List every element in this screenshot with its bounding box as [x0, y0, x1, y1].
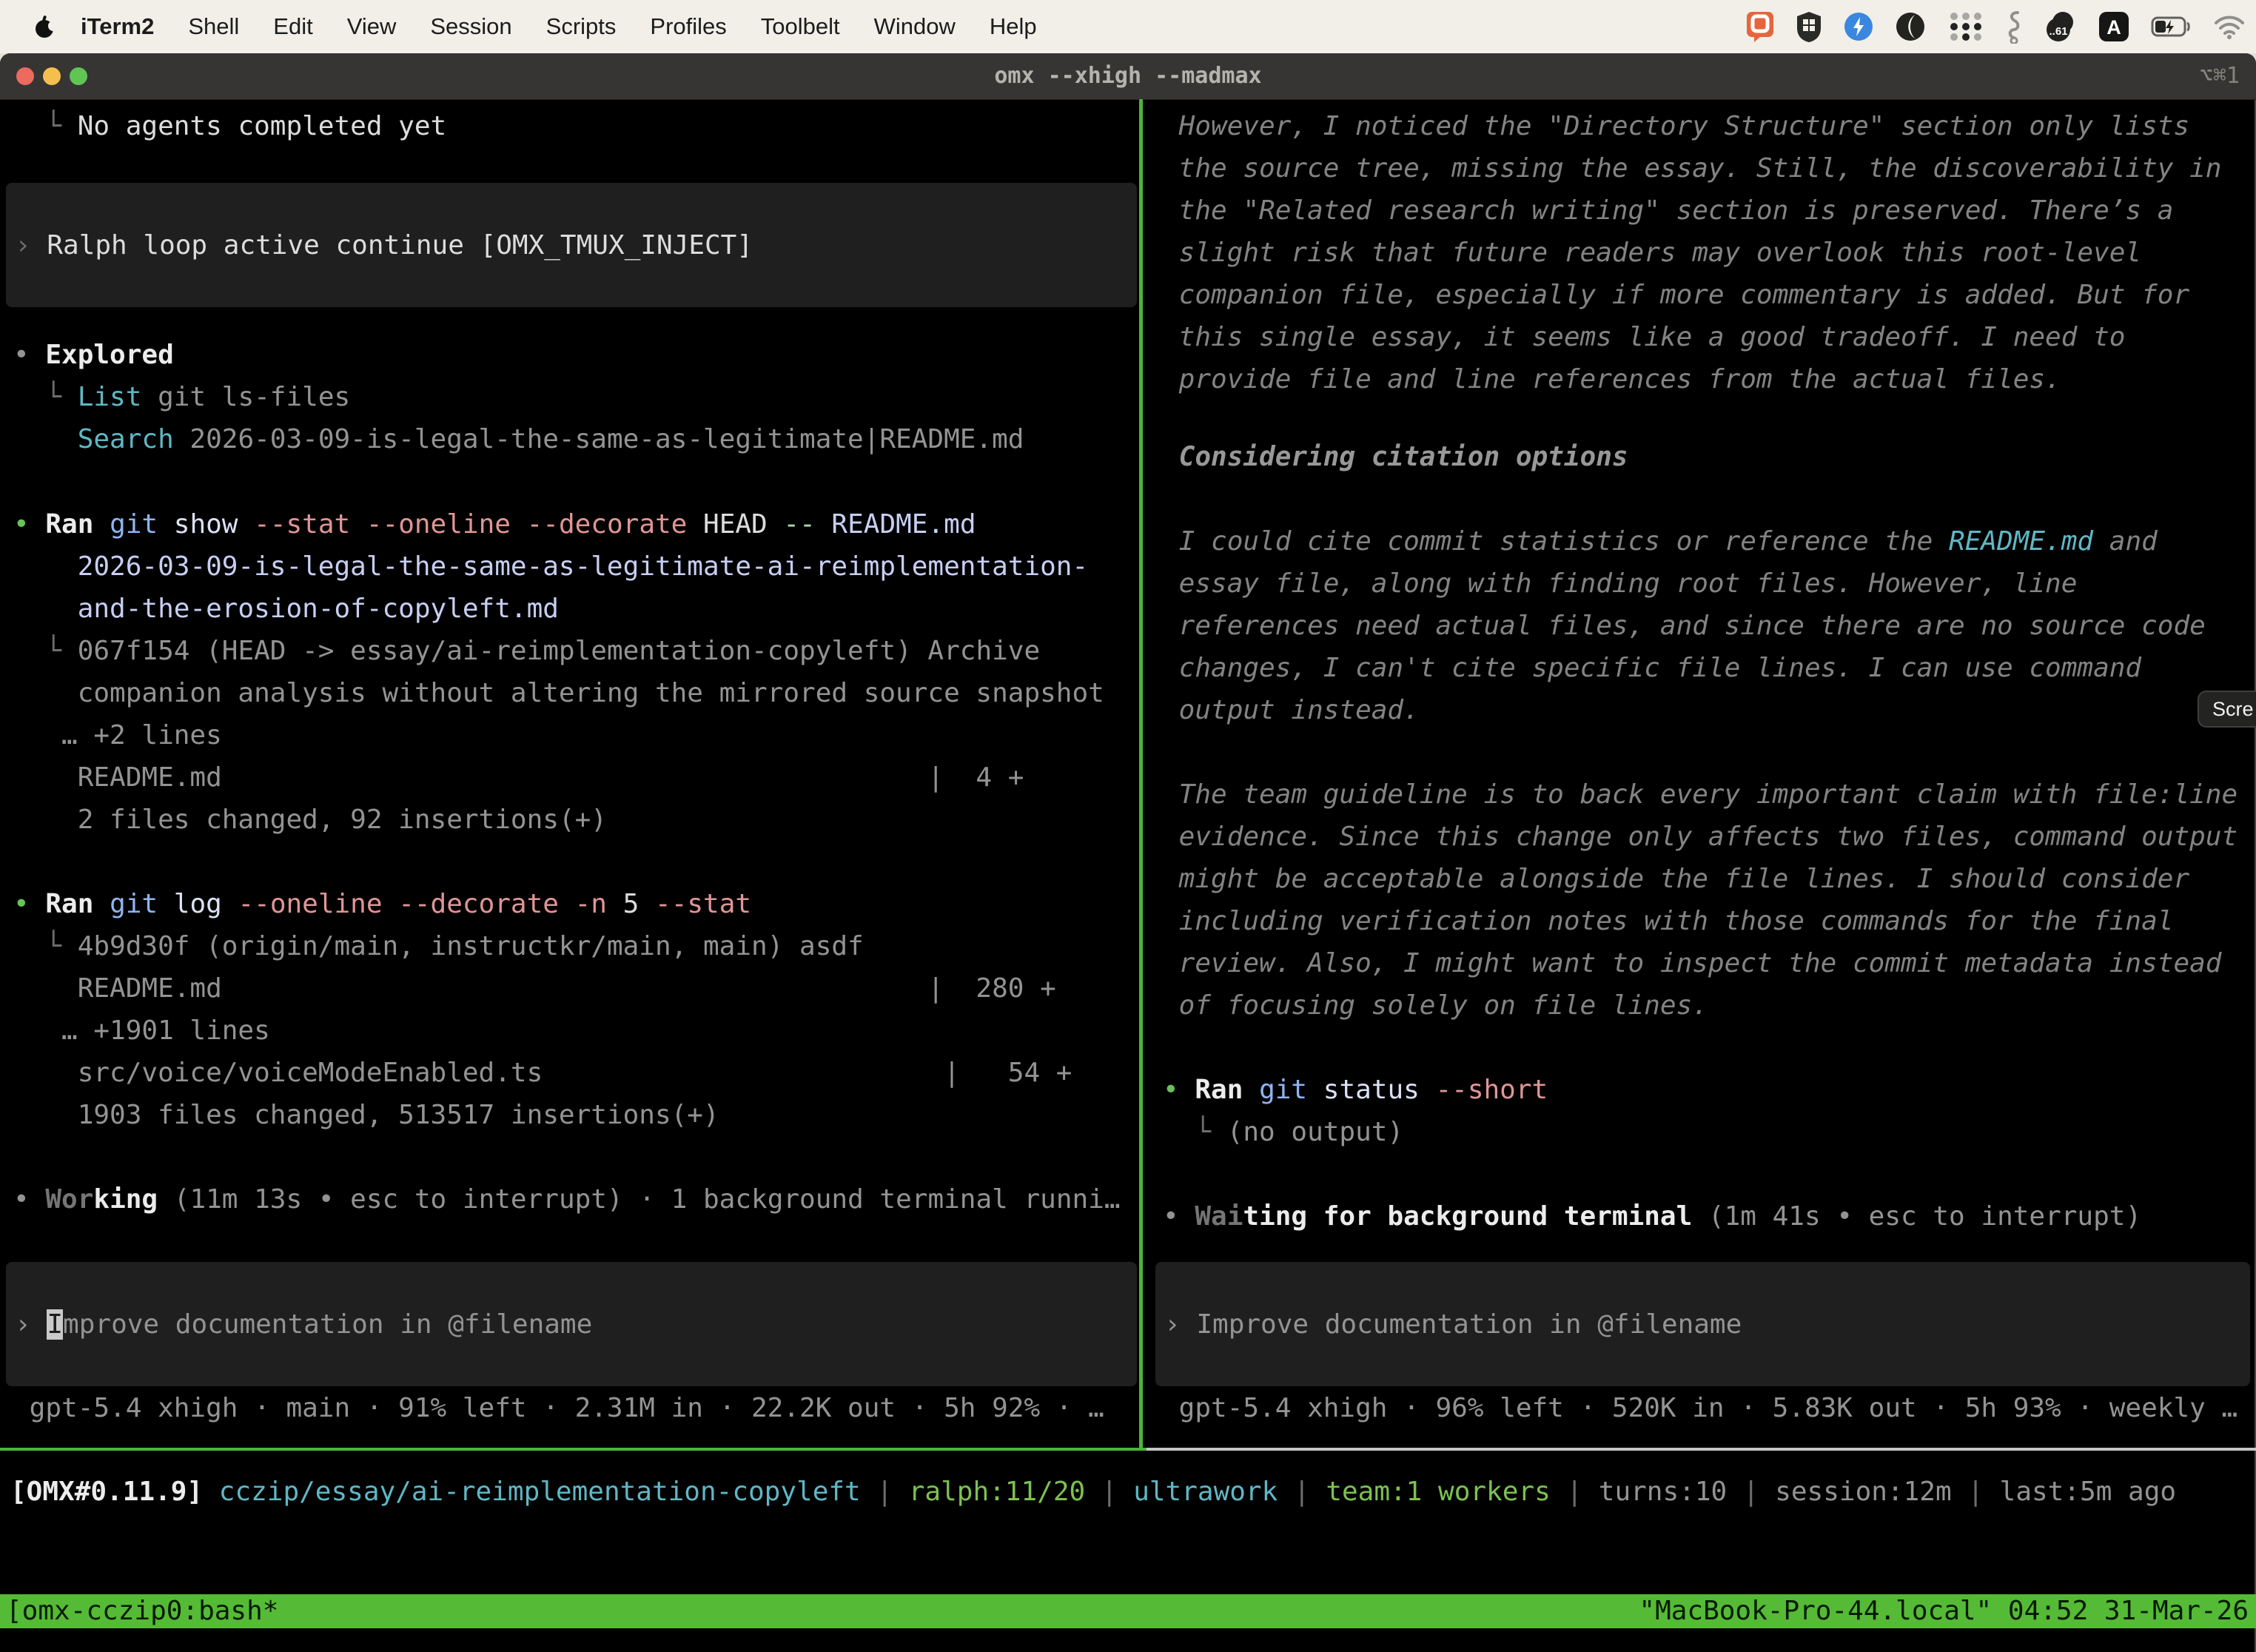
terminal-line: • Working (11m 13s • esc to interrupt) ·…: [13, 1178, 1138, 1220]
tmux-status-bar: [omx-cczip0:bash* "MacBook-Pro-44.local"…: [0, 1594, 2256, 1628]
terminal-line: • Explored: [13, 334, 1138, 376]
a-square-icon[interactable]: A: [2098, 10, 2130, 43]
window-shortcut-hint: ⌥⌘1: [2200, 53, 2240, 99]
iterm2-window: omx --xhigh --madmax ⌥⌘1 └ No agents com…: [0, 53, 2256, 1652]
menu-item-edit[interactable]: Edit: [256, 13, 329, 40]
tmux-host-clock: "MacBook-Pro-44.local" 04:52 31-Mar-26: [1639, 1594, 2249, 1628]
terminal-line: However, I noticed the "Directory Struct…: [1163, 105, 2243, 147]
terminal-line: └ (no output): [1163, 1111, 2243, 1153]
blue-bolt-badge-icon[interactable]: [1843, 11, 1874, 42]
terminal-line: src/voice/voiceModeEnabled.ts | 54 +: [13, 1052, 1138, 1094]
shield-grid-icon[interactable]: [1796, 10, 1822, 43]
menu-item-help[interactable]: Help: [973, 13, 1054, 40]
svg-text:A: A: [2106, 16, 2121, 38]
terminal-line: including verification notes with those …: [1163, 900, 2243, 942]
terminal-line: companion file, especially if more comme…: [1163, 274, 2243, 316]
menu-item-view[interactable]: View: [330, 13, 414, 40]
wifi-icon[interactable]: [2213, 14, 2246, 39]
terminal-line: and-the-erosion-of-copyleft.md: [13, 588, 1138, 630]
terminal-line: • Ran git log --oneline --decorate -n 5 …: [13, 883, 1138, 925]
menu-bar: iTerm2ShellEditViewSessionScriptsProfile…: [0, 0, 2256, 53]
terminal-line: └ No agents completed yet: [13, 105, 1138, 147]
terminal-line: README.md | 4 +: [13, 756, 1138, 799]
terminal-line: 1903 files changed, 513517 insertions(+): [13, 1094, 1138, 1136]
terminal-line: provide file and line references from th…: [1163, 358, 2243, 400]
screen-overlay-label: Scre: [2212, 698, 2254, 721]
terminal-line: the source tree, missing the essay. Stil…: [1163, 147, 2243, 189]
terminal-line: └ 067f154 (HEAD -> essay/ai-reimplementa…: [13, 630, 1138, 672]
kaleidoscope-icon[interactable]: [1895, 11, 1926, 42]
squiggle-icon[interactable]: [2006, 10, 2022, 44]
apple-logo-icon[interactable]: [34, 14, 56, 39]
terminal-line: › Improve documentation in @filename: [1164, 1303, 1742, 1346]
dots-grid-icon[interactable]: [1947, 10, 1985, 43]
menu-item-window[interactable]: Window: [857, 13, 973, 40]
svg-text:..61: ..61: [2049, 25, 2067, 38]
right-pane-scrollback: However, I noticed the "Directory Struct…: [1163, 105, 2243, 1238]
terminal-line: › Improve documentation in @filename: [15, 1303, 592, 1346]
terminal-line: companion analysis without altering the …: [13, 672, 1138, 714]
terminal-line: 2026-03-09-is-legal-the-same-as-legitima…: [13, 545, 1138, 588]
terminal-line: 2 files changed, 92 insertions(+): [13, 799, 1138, 841]
tmux-pane-divider-vertical[interactable]: [1139, 99, 1143, 1451]
tmux-session-window[interactable]: [omx-cczip0:bash*: [6, 1594, 278, 1628]
left-pane-bottom-divider: [0, 1448, 1147, 1451]
terminal-line: I could cite commit statistics or refere…: [1163, 520, 2243, 563]
badge-61-icon[interactable]: ..61: [2043, 10, 2077, 43]
terminal-line: of focusing solely on file lines.: [1163, 984, 2243, 1027]
terminal-line: slight risk that future readers may over…: [1163, 232, 2243, 274]
window-title-bar[interactable]: omx --xhigh --madmax ⌥⌘1: [0, 53, 2256, 100]
terminal-line: Considering citation options: [1163, 436, 2243, 478]
menu-item-profiles[interactable]: Profiles: [633, 13, 743, 40]
terminal-line: The team guideline is to back every impo…: [1163, 773, 2243, 816]
window-title: omx --xhigh --madmax: [0, 53, 2256, 99]
right-pane-model-status: gpt-5.4 xhigh · 96% left · 520K in · 5.8…: [1163, 1387, 2237, 1429]
left-pane-model-status: gpt-5.4 xhigh · main · 91% left · 2.31M …: [13, 1387, 1104, 1429]
terminal-line: • Waiting for background terminal (1m 41…: [1163, 1195, 2243, 1238]
terminal-line: … +2 lines: [13, 714, 1138, 756]
screen-overlay-chip[interactable]: Scre: [2198, 691, 2256, 728]
right-pane-bottom-divider: [1147, 1448, 2256, 1451]
terminal-line: evidence. Since this change only affects…: [1163, 816, 2243, 858]
screenshot-app-icon[interactable]: [1745, 10, 1775, 43]
left-pane-injected-prompt-box: › Ralph loop active continue [OMX_TMUX_I…: [6, 183, 1137, 307]
terminal-line: review. Also, I might want to inspect th…: [1163, 942, 2243, 984]
terminal-line: this single essay, it seems like a good …: [1163, 316, 2243, 358]
terminal-line: the "Related research writing" section i…: [1163, 189, 2243, 232]
battery-icon[interactable]: [2151, 16, 2192, 37]
menu-item-iterm2[interactable]: iTerm2: [64, 13, 171, 40]
right-pane-prompt-input[interactable]: › Improve documentation in @filename: [1155, 1262, 2250, 1386]
terminal-line: gpt-5.4 xhigh · 96% left · 520K in · 5.8…: [1163, 1387, 2237, 1429]
menu-item-shell[interactable]: Shell: [171, 13, 256, 40]
terminal-line: changes, I can't cite specific file line…: [1163, 647, 2243, 689]
terminal-line: └ List git ls-files: [13, 376, 1138, 418]
terminal-line: might be acceptable alongside the file l…: [1163, 858, 2243, 900]
terminal-line: gpt-5.4 xhigh · main · 91% left · 2.31M …: [13, 1387, 1104, 1429]
terminal-line: • Ran git status --short: [1163, 1069, 2243, 1111]
menu-items: iTerm2ShellEditViewSessionScriptsProfile…: [64, 13, 1054, 40]
terminal-line: └ 4b9d30f (origin/main, instructkr/main,…: [13, 925, 1138, 967]
omx-status-bar: [OMX#0.11.9] cczip/essay/ai-reimplementa…: [10, 1471, 2256, 1513]
menu-item-session[interactable]: Session: [413, 13, 528, 40]
terminal-line: output instead.: [1163, 689, 2243, 731]
menu-item-scripts[interactable]: Scripts: [529, 13, 634, 40]
terminal-line: › Ralph loop active continue [OMX_TMUX_I…: [15, 224, 753, 266]
terminal-line: … +1901 lines: [13, 1010, 1138, 1052]
menu-item-toolbelt[interactable]: Toolbelt: [744, 13, 857, 40]
terminal-line: • Ran git show --stat --oneline --decora…: [13, 503, 1138, 545]
terminal-line: [OMX#0.11.9] cczip/essay/ai-reimplementa…: [10, 1471, 2256, 1513]
menubar-status-icons: ..61 A: [1745, 10, 2256, 44]
terminal-line: essay file, along with finding root file…: [1163, 563, 2243, 605]
terminal-line: references need actual files, and since …: [1163, 605, 2243, 647]
terminal-line: README.md | 280 +: [13, 967, 1138, 1010]
terminal-line: Search 2026-03-09-is-legal-the-same-as-l…: [13, 418, 1138, 460]
left-pane-prompt-input[interactable]: › Improve documentation in @filename: [6, 1262, 1137, 1386]
